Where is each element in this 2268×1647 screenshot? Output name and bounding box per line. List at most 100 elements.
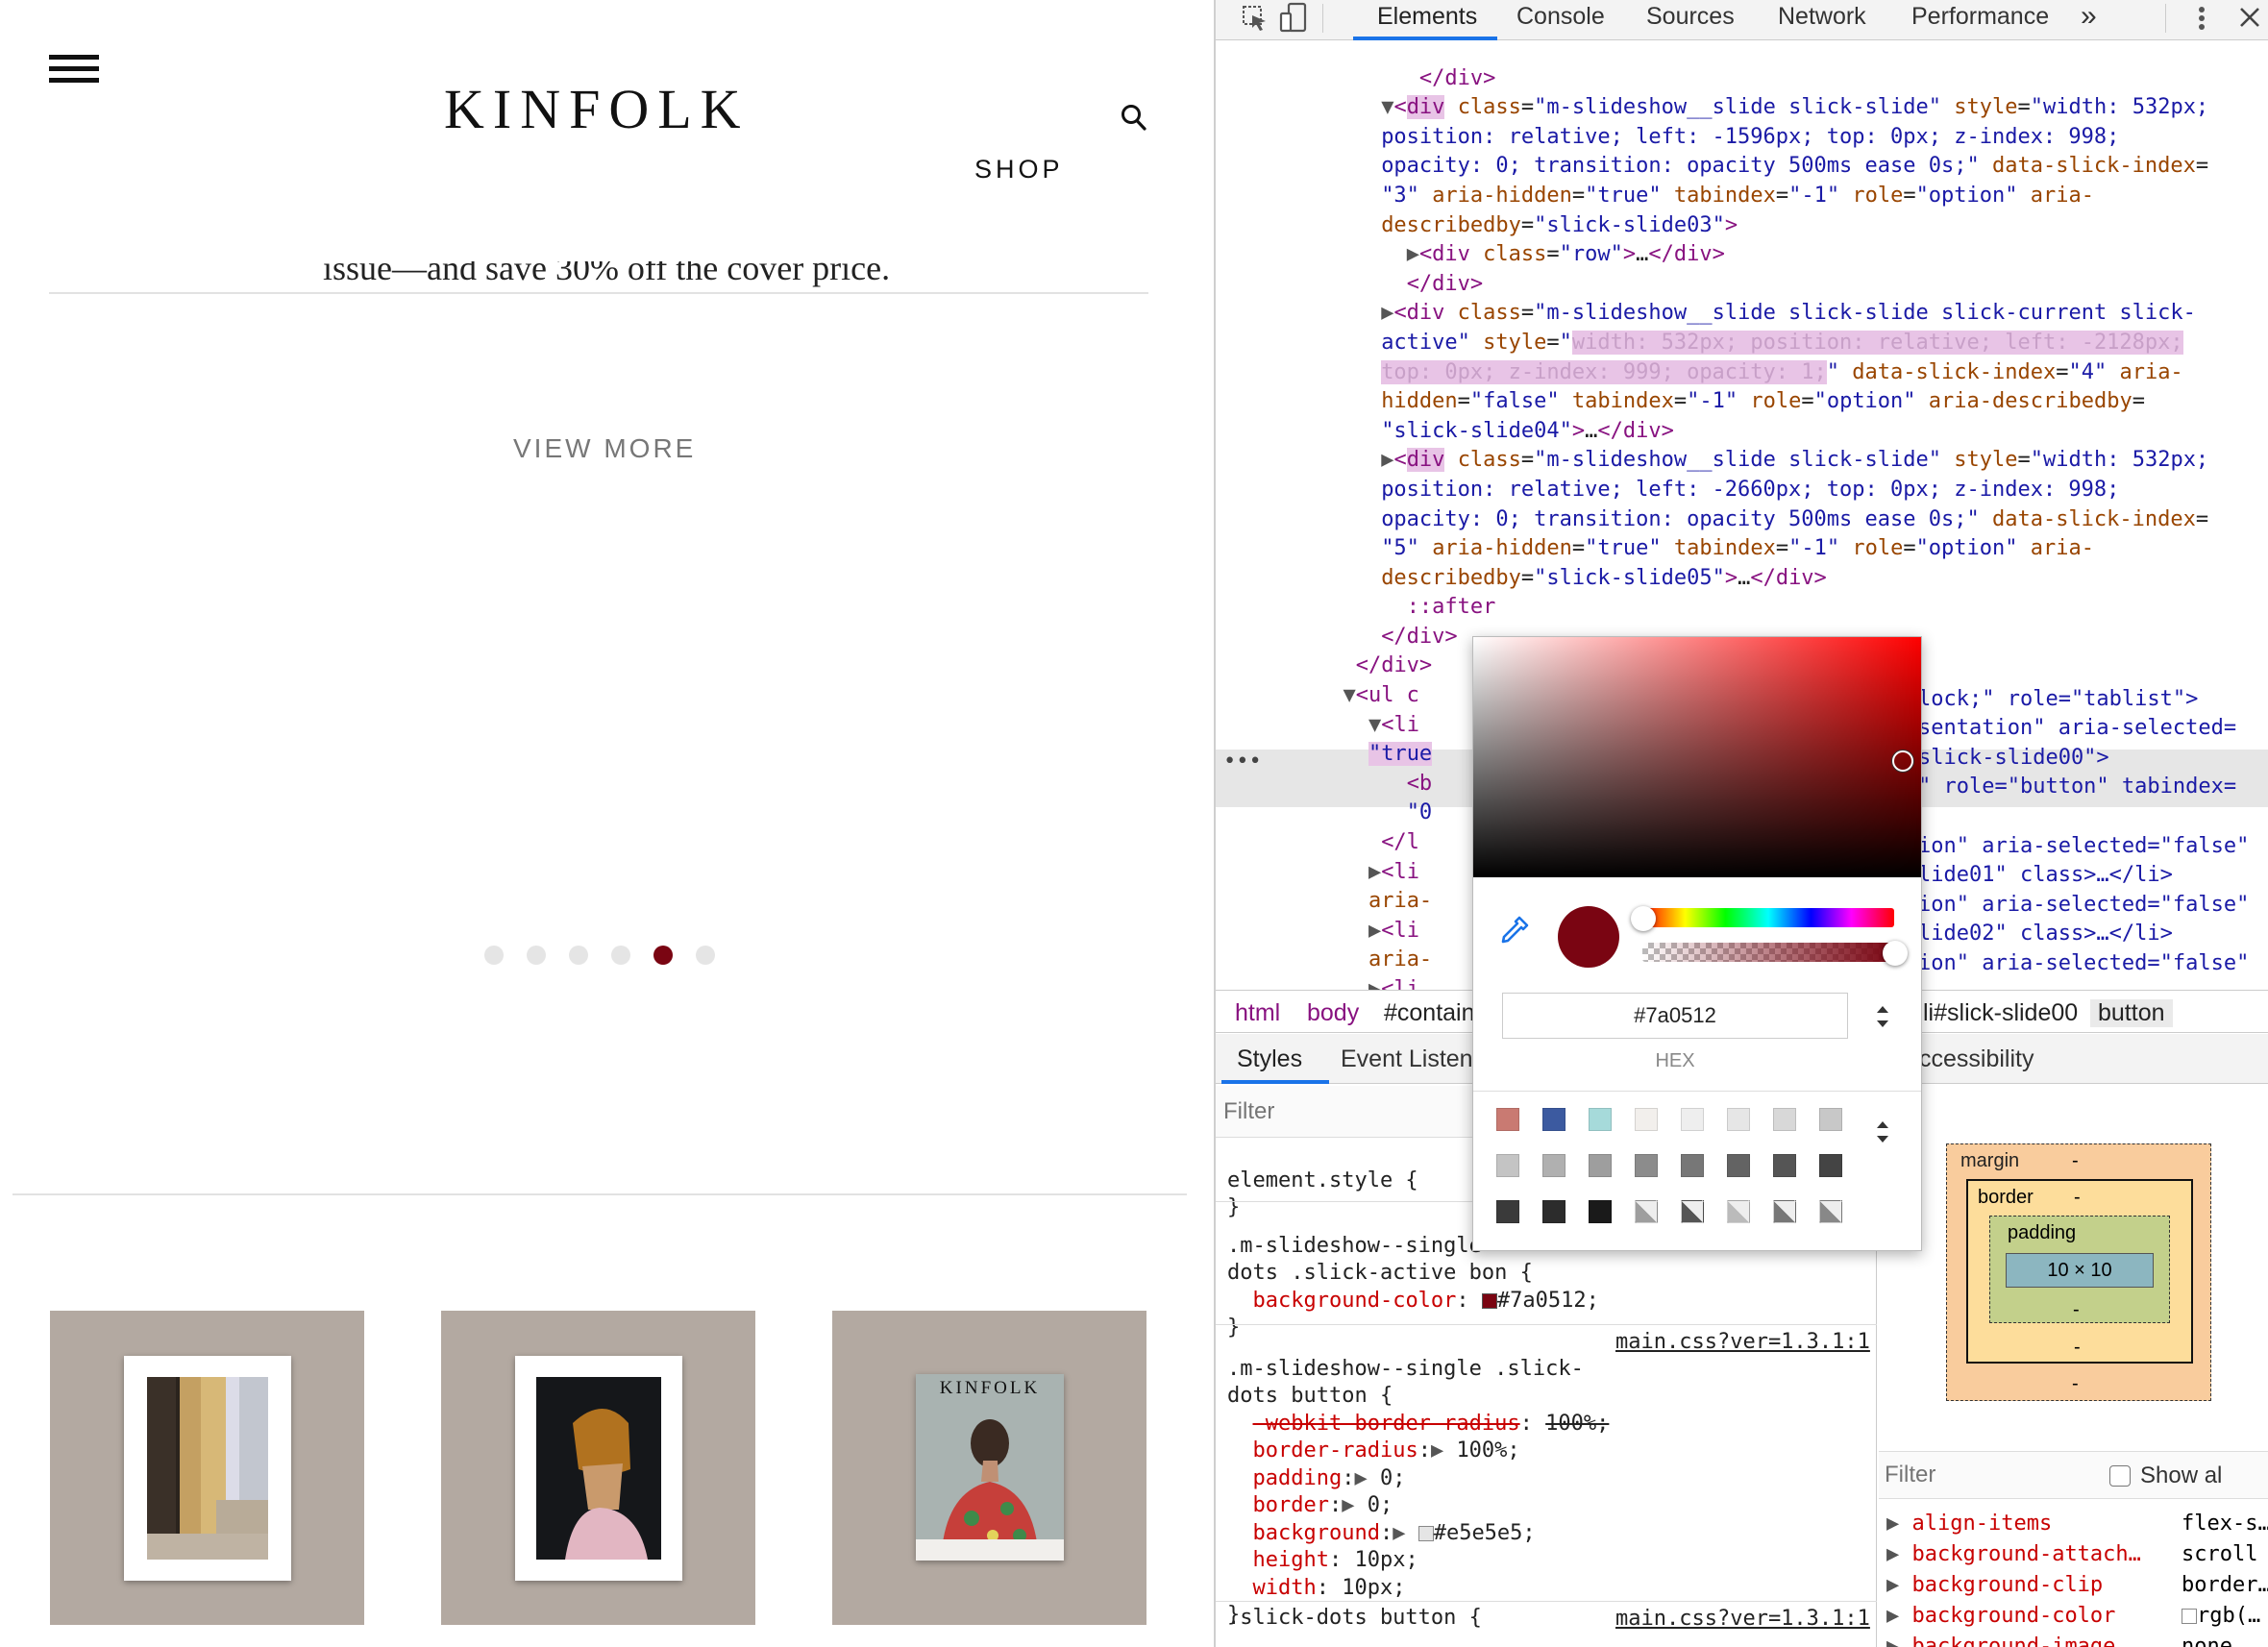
color-swatch[interactable] xyxy=(1681,1108,1704,1131)
crumb-container[interactable]: #contain xyxy=(1384,999,1475,1027)
color-swatch[interactable] xyxy=(1681,1154,1704,1177)
color-swatch[interactable] xyxy=(1819,1154,1842,1177)
color-swatch[interactable] xyxy=(1773,1154,1796,1177)
color-swatch[interactable] xyxy=(1727,1200,1750,1223)
color-swatch[interactable] xyxy=(1589,1108,1612,1131)
device-toolbar-icon[interactable] xyxy=(1279,2,1308,35)
view-more-link[interactable]: VIEW MORE xyxy=(513,433,696,464)
slide-dot-5[interactable] xyxy=(696,946,715,965)
color-swatch[interactable] xyxy=(1496,1108,1519,1131)
color-swatch[interactable] xyxy=(1542,1154,1565,1177)
color-selector-handle[interactable] xyxy=(1892,750,1913,772)
color-swatch[interactable] xyxy=(1773,1108,1796,1131)
alpha-slider[interactable] xyxy=(1642,943,1894,962)
format-label: HEX xyxy=(1655,1050,1695,1071)
close-devtools-icon[interactable] xyxy=(2238,6,2261,29)
dom-line[interactable]: ▶<div class="row">…</div> xyxy=(1216,242,1725,266)
dom-line: opacity: 0; transition: opacity 500ms ea… xyxy=(1381,154,2209,179)
color-swatch[interactable] xyxy=(1496,1154,1519,1177)
dom-line[interactable]: ▼<ul c xyxy=(1216,683,1418,707)
slide-dot-4-active[interactable] xyxy=(653,946,673,965)
product-tile-2[interactable] xyxy=(441,1311,755,1625)
dom-line: describedby="slick-slide05">…</div> xyxy=(1381,565,1827,590)
dom-line[interactable]: ▶<li xyxy=(1216,919,1419,943)
dom-line[interactable]: ▼<div class="m-slideshow__slide slick-sl… xyxy=(1216,95,2208,120)
dom-line[interactable]: <b xyxy=(1216,772,1433,796)
source-link-2[interactable]: main.css?ver=1.3.1:1 xyxy=(1615,1607,1870,1631)
box-model-border: border - padding 10 × 10 - - xyxy=(1966,1179,2193,1364)
hamburger-menu-icon[interactable] xyxy=(49,55,99,84)
computed-props[interactable]: ▶ align-items ▶ background-attach… ▶ bac… xyxy=(1886,1509,2141,1647)
color-swatch[interactable] xyxy=(1635,1108,1658,1131)
divider xyxy=(49,292,1148,294)
eyedropper-icon[interactable] xyxy=(1496,914,1531,948)
picker-divider xyxy=(1473,1091,1921,1092)
dom-line: top: 0px; z-index: 999; opacity: 1;" dat… xyxy=(1381,359,2183,384)
product-tile-1[interactable] xyxy=(50,1311,364,1625)
color-swatch[interactable] xyxy=(1635,1200,1658,1223)
color-swatch[interactable] xyxy=(1819,1200,1842,1223)
alpha-slider-handle[interactable] xyxy=(1883,941,1908,966)
crumb-html[interactable]: html xyxy=(1235,999,1280,1027)
crumb-li[interactable]: li#slick-slide00 xyxy=(1923,999,2078,1027)
dom-line[interactable]: ▶<li xyxy=(1216,860,1419,884)
tabbar-separator xyxy=(1322,4,1323,33)
color-swatch-button[interactable] xyxy=(1481,1292,1497,1309)
tab-accessibility[interactable]: ccessibility xyxy=(1919,1045,2034,1073)
color-swatch[interactable] xyxy=(1727,1108,1750,1131)
hue-slider[interactable] xyxy=(1642,908,1894,927)
color-swatch-e5e5e5[interactable] xyxy=(1418,1525,1434,1541)
dom-line[interactable]: </div> xyxy=(1216,66,1495,90)
product-print-portrait xyxy=(515,1356,682,1581)
color-swatch[interactable] xyxy=(1773,1200,1796,1223)
color-swatch[interactable] xyxy=(1819,1108,1842,1131)
palette-switch-icon[interactable] xyxy=(1875,1118,1890,1146)
styles-filter-input[interactable] xyxy=(1223,1095,1512,1128)
nav-shop-link[interactable]: SHOP xyxy=(974,155,1064,184)
saturation-value-area[interactable] xyxy=(1473,637,1921,877)
color-swatch[interactable] xyxy=(1635,1154,1658,1177)
format-toggle-icon[interactable] xyxy=(1875,1002,1890,1031)
slide-dot-3[interactable] xyxy=(611,946,630,965)
color-swatch[interactable] xyxy=(1681,1200,1704,1223)
product-tile-3[interactable]: KINFOLK xyxy=(832,1311,1146,1625)
slide-dot-1[interactable] xyxy=(527,946,546,965)
dom-line: aria- xyxy=(1368,889,1433,914)
show-all-checkbox[interactable] xyxy=(2109,1465,2131,1487)
dom-line: "true xyxy=(1368,742,1433,767)
color-swatch[interactable] xyxy=(1496,1200,1519,1223)
hex-input[interactable] xyxy=(1502,993,1848,1039)
kebab-menu-icon[interactable] xyxy=(2198,4,2206,33)
color-swatch[interactable] xyxy=(1542,1108,1565,1131)
section-divider xyxy=(12,1193,1187,1195)
color-swatch[interactable] xyxy=(1589,1154,1612,1177)
site-logo[interactable]: KINFOLK xyxy=(444,77,750,141)
dom-line[interactable]: ::after xyxy=(1216,595,1496,619)
search-icon[interactable] xyxy=(1121,104,1147,133)
inspect-element-icon[interactable] xyxy=(1241,4,1270,33)
dom-line[interactable]: ▶<div class="m-slideshow__slide slick-sl… xyxy=(1216,448,2208,473)
dom-tree-fragments: lock;" role="tablist"> sentation" aria-s… xyxy=(1918,686,2250,975)
color-swatch[interactable] xyxy=(1589,1200,1612,1223)
computed-filter-input[interactable] xyxy=(1885,1460,2048,1490)
dom-line: hidden="false" tabindex="-1" role="optio… xyxy=(1381,389,2145,414)
color-swatch[interactable] xyxy=(1727,1154,1750,1177)
slide-dot-2[interactable] xyxy=(569,946,588,965)
dom-line[interactable]: ▶<div class="m-slideshow__slide slick-sl… xyxy=(1216,301,2196,325)
dom-line: active" style="width: 532px; position: r… xyxy=(1381,330,2183,355)
crumb-body[interactable]: body xyxy=(1307,999,1359,1027)
source-link[interactable]: main.css?ver=1.3.1:1 xyxy=(1615,1330,1870,1354)
dom-line: </div> xyxy=(1381,624,1458,649)
website-viewport: KINFOLK SHOP issue—and save 30% off the … xyxy=(0,0,1214,1647)
crumb-button[interactable]: button xyxy=(2090,999,2173,1027)
dom-line: aria- xyxy=(1368,947,1433,972)
color-swatch[interactable] xyxy=(1542,1200,1565,1223)
dom-line: "slick-slide04">…</div> xyxy=(1381,418,1674,443)
dom-line[interactable]: ▼<li xyxy=(1216,713,1419,737)
slide-dot-0[interactable] xyxy=(484,946,504,965)
tab-event-listeners[interactable]: Event Listene xyxy=(1341,1045,1487,1073)
color-picker-popover: HEX xyxy=(1472,636,1922,1251)
tab-styles[interactable]: Styles xyxy=(1237,1045,1302,1073)
clipped-promo-text-wrap: issue—and save 30% off the cover price. xyxy=(49,261,1148,292)
hue-slider-handle[interactable] xyxy=(1631,906,1656,931)
